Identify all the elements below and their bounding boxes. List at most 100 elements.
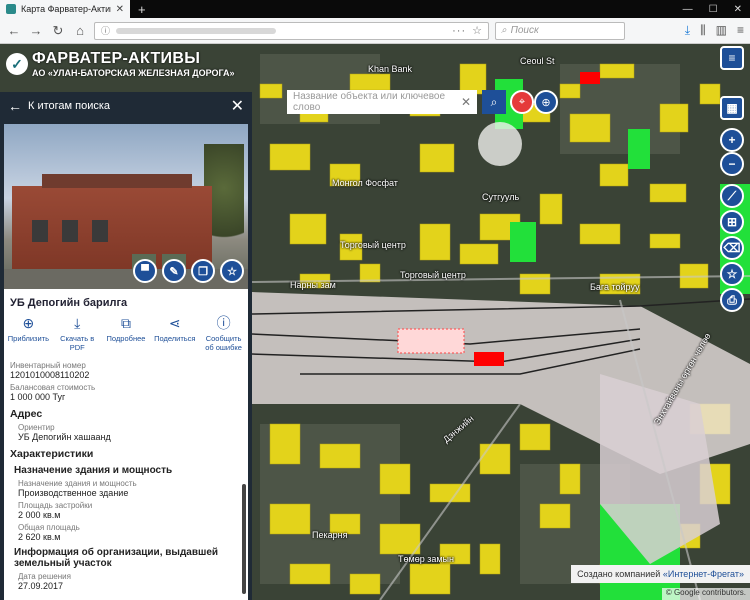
org-subsection: Информация об организации, выдавшей земе… [14, 547, 219, 569]
download-pdf-button[interactable]: ⤓ Скачать в PDF [54, 315, 100, 353]
bookmark-star-icon[interactable]: ☆ [472, 24, 482, 37]
object-info-panel: ← К итогам поиска ✕ ▀ ✎ ❐ ☆ УБ Депогийн … [0, 92, 252, 600]
logo-mark-icon: ✓ [6, 53, 28, 75]
google-attribution: © Google contributors. [661, 588, 750, 600]
map-label: Нарны зам [290, 280, 336, 290]
inventory-label: Инвентарный номер [10, 361, 86, 370]
purpose-value: Производственное здание [18, 488, 129, 498]
printer-icon: ⎙ [727, 292, 737, 307]
broom-icon: ⌫ [723, 241, 741, 255]
landmark-value: УБ Депогийн хашаанд [18, 432, 111, 442]
ruler-icon: ⟋ [727, 188, 737, 203]
measure-button[interactable]: ⟋ [720, 184, 744, 208]
app-logo[interactable]: ✓ ФАРВАТЕР-АКТИВЫ АО «УЛАН-БАТОРСКАЯ ЖЕЛ… [6, 50, 235, 78]
back-arrow-icon[interactable]: ← [6, 23, 22, 38]
minus-icon: − [728, 157, 736, 171]
forward-arrow-icon[interactable]: → [28, 23, 44, 38]
close-tab-icon[interactable]: ✕ [116, 4, 124, 15]
purpose-subsection: Назначение здания и мощность [14, 465, 173, 476]
locate-button[interactable]: ⊕ [534, 90, 558, 114]
toolbar-icons: ⤓ ⫼ ▥ ≡ [685, 23, 744, 38]
new-tab-button[interactable]: + [138, 2, 146, 17]
panel-header: ← К итогам поиска ✕ [0, 92, 252, 120]
zoom-out-map-button[interactable]: − [720, 152, 744, 176]
address-section: Адрес [10, 408, 43, 420]
clone-icon[interactable]: ❐ [191, 259, 215, 283]
map-label: Сутгууль [482, 192, 520, 202]
clear-search-icon[interactable]: ✕ [461, 95, 471, 109]
home-icon[interactable]: ⌂ [72, 23, 88, 38]
cart-button[interactable]: ⊞ [720, 210, 744, 234]
back-to-results-link[interactable]: К итогам поиска [28, 100, 110, 112]
object-photo[interactable]: ▀ ✎ ❐ ☆ [4, 124, 248, 289]
minimize-icon[interactable]: — [683, 4, 693, 15]
window-controls: — ☐ ✕ [683, 4, 750, 15]
download-icon[interactable]: ⤓ [685, 23, 690, 38]
object-fields: Инвентарный номер 1201010008110202 Балан… [4, 361, 248, 591]
credit-company-link[interactable]: «Интернет-Фрегат» [663, 569, 744, 579]
built-area-value: 2 000 кв.м [18, 510, 61, 520]
total-area-value: 2 620 кв.м [18, 532, 61, 542]
logo-title: ФАРВАТЕР-АКТИВЫ [32, 50, 201, 67]
search-icon: ⌕ [501, 25, 507, 36]
star-icon: ☆ [726, 267, 738, 281]
map-label: Бага тойруу [590, 282, 640, 292]
blurred-url [116, 27, 277, 34]
object-actions: ⊕ Приблизить ⤓ Скачать в PDF ⧉ Подробнее… [4, 313, 248, 358]
photo-toolbar: ▀ ✎ ❐ ☆ [133, 259, 244, 283]
close-panel-icon[interactable]: ✕ [231, 96, 244, 116]
print-button[interactable]: ⎙ [720, 288, 744, 312]
map-search-input[interactable]: Название объекта или ключевое слово ✕ [287, 90, 477, 114]
zoom-in-button[interactable]: ⊕ Приблизить [5, 315, 51, 352]
search-area-button[interactable]: ⌖ [510, 90, 534, 114]
browser-tab[interactable]: Карта Фарватер-Активы ✕ [0, 0, 130, 18]
back-arrow-icon[interactable]: ← [8, 98, 22, 114]
menu-icon[interactable]: ≡ [737, 23, 744, 38]
tab-title: Карта Фарватер-Активы [21, 4, 111, 14]
cart-icon: ⊞ [726, 215, 738, 229]
logo-subtitle: АО «УЛАН-БАТОРСКАЯ ЖЕЛЕЗНАЯ ДОРОГА» [32, 68, 235, 78]
balance-value: 1 000 000 Туг [10, 392, 66, 402]
details-button[interactable]: ⧉ Подробнее [103, 315, 149, 352]
reload-icon[interactable]: ↻ [50, 23, 66, 39]
share-button[interactable]: ⋖ Поделиться [152, 315, 198, 352]
total-area-label: Общая площадь [18, 523, 80, 532]
sidebar-icon[interactable]: ▥ [716, 23, 727, 38]
purpose-label: Назначение здания и мощность [18, 479, 137, 488]
credit-prefix: Создано компанией [577, 569, 661, 579]
close-window-icon[interactable]: ✕ [734, 4, 742, 15]
map-label: Сеоul St [520, 56, 555, 66]
panel-scrollbar[interactable] [242, 484, 246, 594]
zoom-in-icon: ⊕ [22, 314, 35, 331]
zoom-in-map-button[interactable]: + [720, 128, 744, 152]
map-search-placeholder: Название объекта или ключевое слово [293, 91, 446, 113]
map-label: Торговый центр [400, 270, 466, 280]
favorite-star-icon[interactable]: ☆ [220, 259, 244, 283]
balance-label: Балансовая стоимость [10, 383, 96, 392]
map-label: Торговый центр [340, 240, 406, 250]
crosshair-icon: ⊕ [541, 96, 551, 109]
main-menu-button[interactable]: ≡ [720, 46, 744, 70]
search-icon: ⌕ [490, 94, 498, 109]
paint-roller-icon[interactable]: ▀ [133, 259, 157, 283]
hamburger-icon: ≡ [728, 51, 736, 65]
map-search-button[interactable]: ⌕ [482, 90, 506, 114]
info-icon[interactable]: ⓘ [101, 24, 110, 37]
layers-button[interactable]: ▦ [720, 96, 744, 120]
browser-search-input[interactable]: ⌕ Поиск [495, 21, 625, 40]
browser-tab-bar: Карта Фарватер-Активы ✕ + — ☐ ✕ [0, 0, 750, 18]
map-label: Пекарня [312, 530, 348, 540]
map-label: Монгол Фосфат [332, 178, 398, 188]
alert-icon: ⓘ [216, 315, 231, 331]
maximize-icon[interactable]: ☐ [709, 4, 718, 15]
library-icon[interactable]: ⫼ [700, 23, 706, 38]
clear-map-button[interactable]: ⌫ [720, 236, 744, 260]
page-actions-icon[interactable]: ··· [452, 25, 466, 37]
built-area-label: Площадь застройки [18, 501, 93, 510]
address-bar[interactable]: ⓘ ··· ☆ [94, 21, 489, 40]
favorites-button[interactable]: ☆ [720, 262, 744, 286]
report-error-button[interactable]: ⓘ Сообщить об ошибке [201, 315, 247, 352]
pencil-icon[interactable]: ✎ [162, 259, 186, 283]
date-value: 27.09.2017 [18, 581, 64, 591]
browser-search-placeholder: Поиск [510, 25, 539, 36]
